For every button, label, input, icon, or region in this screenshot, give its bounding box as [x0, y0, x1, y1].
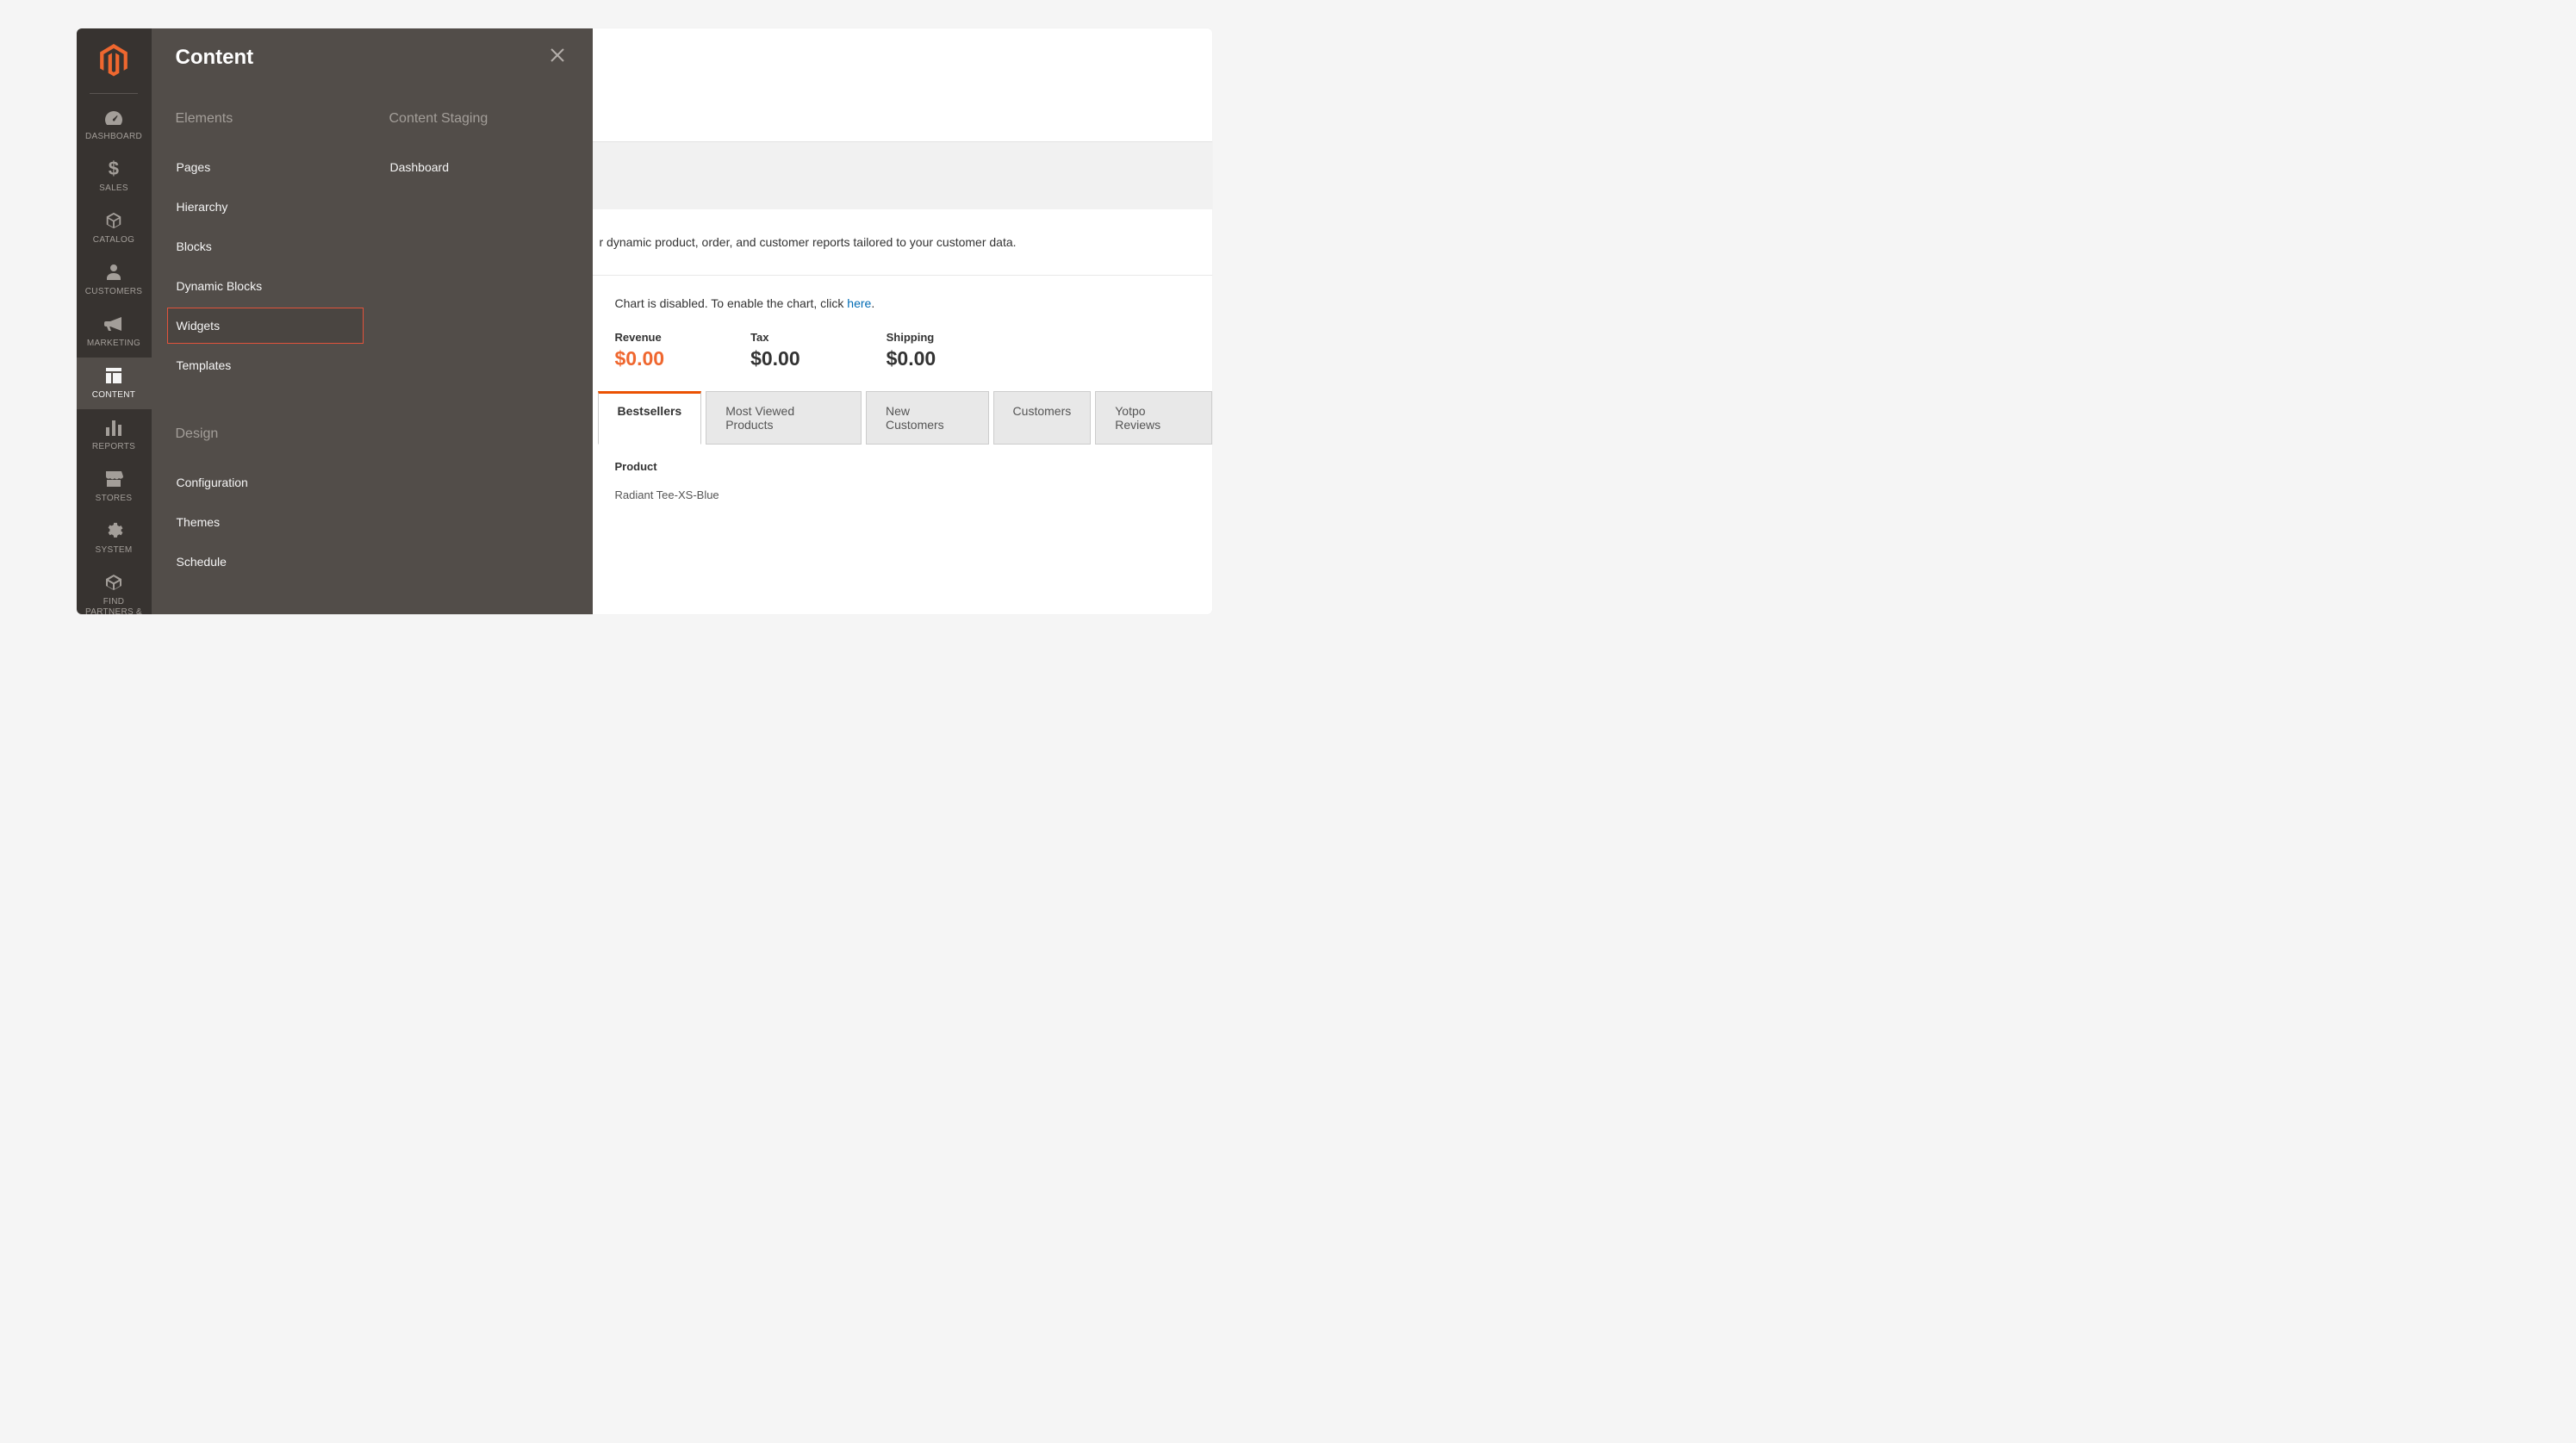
stat-value: $0.00: [750, 347, 800, 370]
tab-customers[interactable]: Customers: [993, 391, 1092, 445]
nav-sales[interactable]: $ SALES: [77, 151, 152, 202]
nav-label: CUSTOMERS: [82, 287, 146, 297]
stat-shipping: Shipping $0.00: [887, 331, 936, 370]
scope-bar: [593, 142, 1212, 209]
close-icon: [550, 47, 565, 63]
nav-label: STORES: [92, 494, 136, 504]
nav-label: REPORTS: [89, 442, 139, 452]
flyout-title: Content: [176, 46, 254, 70]
nav-content[interactable]: CONTENT: [77, 358, 152, 409]
tab-new-customers[interactable]: New Customers: [866, 391, 989, 445]
stat-revenue: Revenue $0.00: [615, 331, 665, 370]
group-heading-design: Design: [176, 426, 355, 442]
tab-bestsellers[interactable]: Bestsellers: [598, 391, 702, 445]
menu-widgets[interactable]: Widgets: [167, 308, 364, 344]
menu-blocks[interactable]: Blocks: [167, 228, 364, 264]
nav-label: SALES: [96, 183, 132, 194]
nav-label: DASHBOARD: [82, 132, 146, 142]
menu-templates[interactable]: Templates: [167, 347, 364, 383]
menu-dynamic-blocks[interactable]: Dynamic Blocks: [167, 268, 364, 304]
gear-icon: [104, 519, 123, 542]
nav-label: CONTENT: [89, 390, 139, 401]
chart-disabled-message: Chart is disabled. To enable the chart, …: [593, 276, 1212, 331]
nav-dashboard[interactable]: DASHBOARD: [77, 99, 152, 151]
gauge-icon: [103, 106, 124, 128]
nav-label: CATALOG: [90, 235, 138, 246]
magento-logo[interactable]: [98, 37, 129, 91]
dashboard-tabs: Bestsellers Most Viewed Products New Cus…: [593, 391, 1212, 445]
menu-hierarchy[interactable]: Hierarchy: [167, 189, 364, 225]
nav-customers[interactable]: CUSTOMERS: [77, 254, 152, 306]
table-row[interactable]: Radiant Tee-XS-Blue: [615, 488, 1212, 501]
nav-partners[interactable]: FIND PARTNERS & EXTENSIONS: [77, 564, 152, 614]
main-content: r dynamic product, order, and customer r…: [593, 28, 1212, 614]
tab-most-viewed[interactable]: Most Viewed Products: [706, 391, 862, 445]
stat-label: Revenue: [615, 331, 665, 344]
menu-schedule[interactable]: Schedule: [167, 544, 364, 580]
tab-yotpo[interactable]: Yotpo Reviews: [1095, 391, 1211, 445]
bar-chart-icon: [104, 416, 123, 438]
nav-system[interactable]: SYSTEM: [77, 513, 152, 564]
enable-chart-link[interactable]: here: [847, 296, 871, 310]
layout-icon: [105, 364, 122, 387]
nav-label: FIND PARTNERS & EXTENSIONS: [77, 597, 152, 614]
nav-reports[interactable]: REPORTS: [77, 409, 152, 461]
stats-row: Revenue $0.00 Tax $0.00 Shipping $0.00: [593, 331, 1212, 391]
stat-value: $0.00: [615, 347, 665, 370]
group-heading-content-staging: Content Staging: [389, 111, 569, 127]
magento-logo-icon: [98, 44, 129, 77]
box-icon: [104, 209, 123, 232]
nav-label: MARKETING: [84, 339, 144, 349]
admin-sidebar: DASHBOARD $ SALES CATALOG CUSTOMERS MARK…: [77, 28, 152, 614]
close-button[interactable]: [546, 44, 569, 72]
menu-themes[interactable]: Themes: [167, 504, 364, 540]
intro-text: r dynamic product, order, and customer r…: [593, 209, 1212, 276]
group-heading-elements: Elements: [176, 111, 355, 127]
stat-label: Tax: [750, 331, 800, 344]
dollar-icon: $: [109, 158, 120, 180]
column-header-product: Product: [615, 460, 1212, 473]
stat-label: Shipping: [887, 331, 936, 344]
nav-marketing[interactable]: MARKETING: [77, 306, 152, 358]
person-icon: [106, 261, 121, 283]
store-icon: [103, 468, 124, 490]
menu-staging-dashboard[interactable]: Dashboard: [381, 149, 577, 185]
app-window: DASHBOARD $ SALES CATALOG CUSTOMERS MARK…: [77, 28, 1212, 614]
nav-catalog[interactable]: CATALOG: [77, 202, 152, 254]
bestsellers-table: Product Radiant Tee-XS-Blue: [593, 445, 1212, 501]
megaphone-icon: [103, 313, 124, 335]
stat-value: $0.00: [887, 347, 936, 370]
menu-configuration[interactable]: Configuration: [167, 464, 364, 501]
menu-pages[interactable]: Pages: [167, 149, 364, 185]
nav-stores[interactable]: STORES: [77, 461, 152, 513]
stat-tax: Tax $0.00: [750, 331, 800, 370]
partners-icon: [103, 571, 124, 594]
content-flyout: Content Elements Pages Hierarchy Blocks …: [152, 28, 593, 614]
page-header-area: [593, 28, 1212, 142]
nav-label: SYSTEM: [92, 545, 136, 556]
